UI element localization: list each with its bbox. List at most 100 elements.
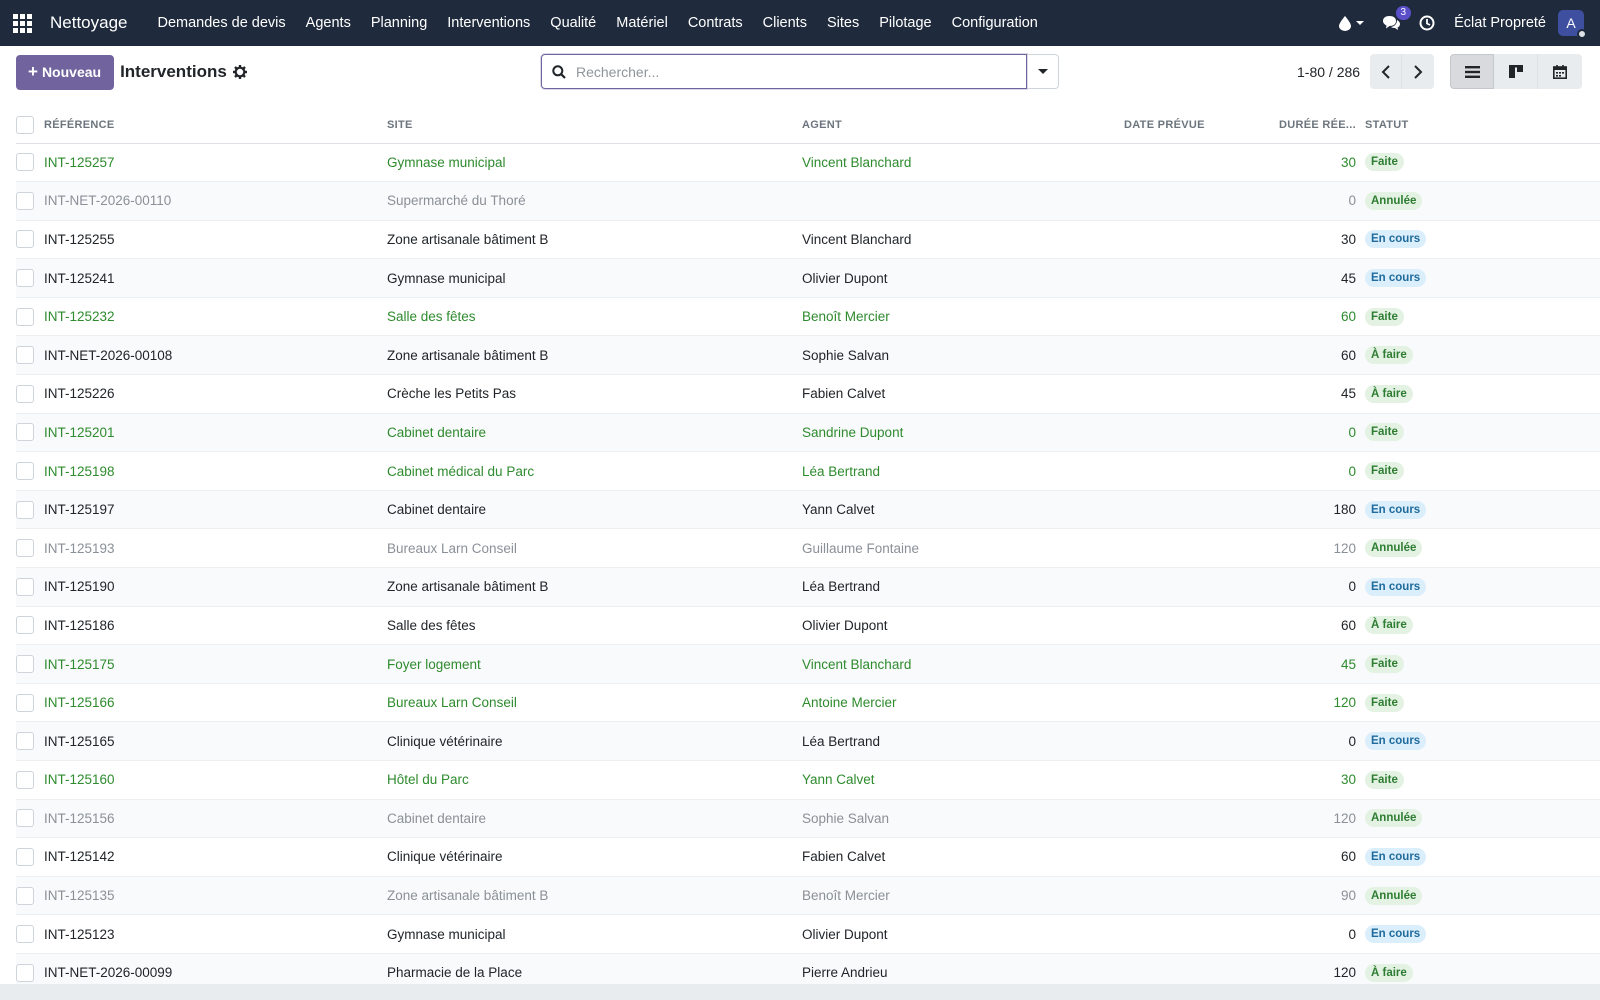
column-header-date[interactable]: DATE PRÉVUE: [1124, 107, 1272, 144]
activity-button[interactable]: [1419, 15, 1435, 31]
row-checkbox[interactable]: [16, 886, 34, 905]
row-checkbox[interactable]: [16, 693, 34, 712]
plus-icon: +: [28, 62, 38, 81]
menu-item-clients[interactable]: Clients: [753, 15, 817, 31]
chevron-down-icon: [1356, 21, 1365, 25]
table-row[interactable]: INT-125135 Zone artisanale bâtiment B Beno…: [16, 876, 1600, 916]
search-box[interactable]: [541, 54, 1027, 89]
row-checkbox[interactable]: [16, 847, 34, 866]
row-checkbox[interactable]: [16, 925, 34, 944]
menu-item-configuration[interactable]: Configuration: [942, 15, 1048, 31]
new-button[interactable]: + Nouveau: [16, 54, 115, 90]
pager-value[interactable]: 1-80 / 286: [1297, 64, 1360, 80]
table-row[interactable]: INT-125190 Zone artisanale bâtiment B Léa …: [16, 567, 1600, 607]
calendar-view-button[interactable]: [1538, 54, 1582, 89]
row-checkbox[interactable]: [16, 770, 34, 789]
row-checkbox[interactable]: [16, 307, 34, 326]
menu-item-sites[interactable]: Sites: [817, 15, 869, 31]
status-badge: Annulée: [1365, 191, 1423, 210]
table-row[interactable]: INT-125201 Cabinet dentaire Sandrine Dupon…: [16, 413, 1600, 453]
table-row[interactable]: INT-NET-2026-00108 Zone artisanale bâtime…: [16, 335, 1600, 376]
search-options-toggle[interactable]: [1027, 54, 1059, 89]
menu-item-planning[interactable]: Planning: [361, 15, 437, 31]
select-all-checkbox[interactable]: [16, 115, 34, 134]
menu-item-contrats[interactable]: Contrats: [678, 15, 753, 31]
row-checkbox[interactable]: [16, 655, 34, 674]
menu-item-qualite[interactable]: Qualité: [540, 15, 606, 31]
row-checkbox[interactable]: [16, 500, 34, 519]
cell-reference: INT-125123: [44, 914, 387, 954]
menu-item-materiel[interactable]: Matériel: [606, 15, 678, 31]
row-checkbox[interactable]: [16, 230, 34, 249]
pager-next-button[interactable]: [1402, 54, 1435, 89]
row-checkbox[interactable]: [16, 577, 34, 596]
row-checkbox[interactable]: [16, 616, 34, 635]
cell-status: En cours: [1365, 914, 1600, 954]
cell-status: Faite: [1365, 683, 1600, 723]
table-row[interactable]: INT-125142 Clinique vétérinaire Fabien Cal…: [16, 837, 1600, 877]
pager-previous-button[interactable]: [1370, 54, 1403, 89]
cell-status: À faire: [1365, 335, 1600, 376]
cell-agent: Léa Bertrand: [802, 567, 1124, 607]
cell-agent: Benoît Mercier: [802, 297, 1124, 337]
table-row[interactable]: INT-125198 Cabinet médical du Parc Léa Ber…: [16, 451, 1600, 491]
column-header-site[interactable]: SITE: [387, 107, 802, 144]
row-checkbox[interactable]: [16, 809, 34, 828]
search-input[interactable]: [576, 63, 1026, 80]
apps-grid-icon[interactable]: [12, 13, 32, 33]
row-checkbox[interactable]: [16, 539, 34, 558]
status-badge: Faite: [1365, 462, 1404, 481]
table-row[interactable]: INT-125197 Cabinet dentaire Yann Calvet 180…: [16, 490, 1600, 530]
table-row[interactable]: INT-NET-2026-00110 Supermarché du Thoré 0 A…: [16, 181, 1600, 221]
cell-duration: 0: [1272, 721, 1365, 761]
table-row[interactable]: INT-125166 Bureaux Larn Conseil Antoine Me…: [16, 683, 1600, 723]
row-checkbox[interactable]: [16, 269, 34, 288]
column-header-agent[interactable]: AGENT: [802, 107, 1124, 144]
kanban-icon: [1508, 65, 1523, 78]
status-badge: Annulée: [1365, 809, 1423, 828]
cell-date: [1124, 258, 1272, 298]
app-brand[interactable]: Nettoyage: [50, 13, 128, 33]
table-row[interactable]: INT-125193 Bureaux Larn Conseil Guillaume …: [16, 528, 1600, 569]
table-row[interactable]: INT-125226 Crèche les Petits Pas Fabien Ca…: [16, 374, 1600, 414]
table-row[interactable]: INT-125257 Gymnase municipal Vincent Blanc…: [16, 143, 1600, 183]
kanban-view-button[interactable]: [1494, 54, 1538, 89]
row-checkbox[interactable]: [16, 462, 34, 481]
user-avatar[interactable]: A: [1558, 10, 1587, 39]
messages-button[interactable]: 3: [1382, 6, 1412, 31]
row-checkbox[interactable]: [16, 963, 34, 982]
row-checkbox[interactable]: [16, 153, 34, 172]
cell-site: Salle des fêtes: [387, 606, 802, 646]
column-header-status[interactable]: STATUT: [1365, 107, 1600, 144]
drop-menu[interactable]: [1339, 15, 1365, 31]
table-row[interactable]: INT-125123 Gymnase municipal Olivier Dupon…: [16, 914, 1600, 954]
table-row[interactable]: INT-125241 Gymnase municipal Olivier Dupon…: [16, 258, 1600, 298]
row-select-cell: [16, 143, 44, 183]
table-row[interactable]: INT-125165 Clinique vétérinaire Léa Bertra…: [16, 721, 1600, 761]
row-checkbox[interactable]: [16, 191, 34, 210]
cell-duration: 90: [1272, 876, 1365, 916]
company-switcher[interactable]: Éclat Propreté: [1454, 15, 1546, 31]
column-header-duration[interactable]: DURÉE RÉE...: [1272, 107, 1365, 144]
row-checkbox[interactable]: [16, 423, 34, 442]
table-row[interactable]: INT-125186 Salle des fêtes Olivier Dupont 6…: [16, 606, 1600, 646]
menu-item-demandes-de-devis[interactable]: Demandes de devis: [148, 15, 296, 31]
menu-item-agents[interactable]: Agents: [296, 15, 361, 31]
row-checkbox[interactable]: [16, 384, 34, 403]
menu-item-interventions[interactable]: Interventions: [437, 15, 540, 31]
table-row[interactable]: INT-125255 Zone artisanale bâtiment B Vinc…: [16, 220, 1600, 260]
cell-site: Gymnase municipal: [387, 258, 802, 298]
table-row[interactable]: INT-125175 Foyer logement Vincent Blanchar…: [16, 644, 1600, 684]
table-row[interactable]: INT-125160 Hôtel du Parc Yann Calvet 30 Fait…: [16, 760, 1600, 800]
table-row[interactable]: INT-125156 Cabinet dentaire Sophie Salvan 1…: [16, 799, 1600, 839]
list-view-button[interactable]: [1450, 54, 1494, 89]
row-checkbox[interactable]: [16, 732, 34, 751]
menu-item-pilotage[interactable]: Pilotage: [869, 15, 941, 31]
row-checkbox[interactable]: [16, 346, 34, 365]
table-row[interactable]: INT-125232 Salle des fêtes Benoît Mercier 6…: [16, 297, 1600, 337]
cell-agent: Léa Bertrand: [802, 451, 1124, 491]
row-select-cell: [16, 413, 44, 453]
column-header-reference[interactable]: RÉFÉRENCE: [44, 107, 387, 144]
actions-gear-button[interactable]: [232, 65, 247, 79]
cell-reference: INT-125257: [44, 143, 387, 183]
